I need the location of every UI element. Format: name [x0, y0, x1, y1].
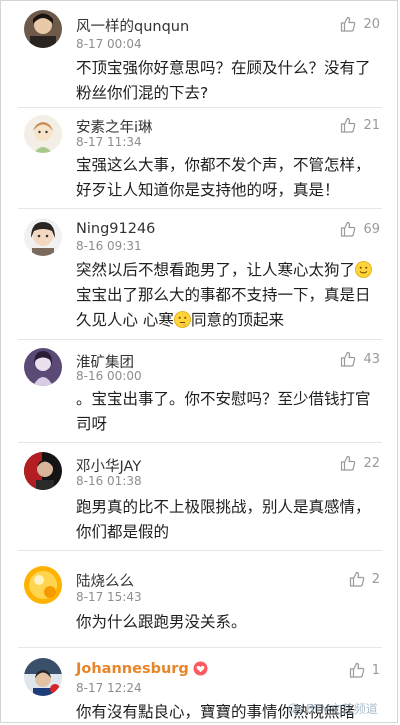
watermark-text: BTV文艺频道 — [306, 702, 378, 716]
like-button[interactable]: 21 — [340, 117, 380, 133]
comment-text: 你为什么跟跑男没关系。 — [76, 613, 247, 631]
thumbs-up-icon — [341, 221, 356, 237]
comment-text-part: 突然以后不想看跑男了，让人寒心太狗了 — [76, 261, 356, 279]
timestamp: 8-17 11:34 — [76, 135, 142, 149]
timestamp: 8-16 01:38 — [76, 474, 142, 488]
comment-text: 宝强这么大事，你都不发个声，不管怎样，好歹让人知道你是支持他的呀，真是！ — [76, 156, 371, 199]
username[interactable]: Ning91246 — [76, 221, 155, 237]
divider — [18, 208, 382, 209]
thumbs-up-icon — [349, 571, 364, 587]
like-count: 43 — [363, 351, 380, 367]
like-count: 1 — [371, 662, 380, 678]
comment-text: 跑男真的比不上极限挑战，别人是真感情，你们都是假的 — [76, 498, 371, 541]
like-button[interactable]: 22 — [340, 455, 380, 471]
comment-text-part: 同意的顶起来 — [190, 311, 284, 329]
timestamp: 8-17 15:43 — [76, 590, 142, 604]
watermark: BTV文艺频道 — [288, 700, 378, 717]
like-button[interactable]: 43 — [340, 351, 380, 367]
avatar[interactable] — [24, 218, 62, 256]
like-count: 20 — [363, 16, 380, 32]
thumbs-up-icon — [349, 662, 364, 678]
comment-item: 安素之年i琳 8-17 11:34 21 宝强这么大事，你都不发个声，不管怎样，… — [0, 108, 400, 210]
avatar[interactable] — [24, 658, 62, 696]
divider — [18, 339, 382, 340]
comment-item: 陆烧么么 8-17 15:43 2 你为什么跟跑男没关系。 — [0, 552, 400, 648]
thumbs-up-icon — [341, 455, 356, 471]
wechat-icon — [288, 703, 302, 714]
like-button[interactable]: 1 — [349, 662, 380, 678]
like-count: 22 — [363, 455, 380, 471]
comment-item: 淮矿集团 8-16 00:00 43 。宝宝出事了。你不安慰吗？至少借钱打官司呀 — [0, 342, 400, 443]
timestamp: 8-16 09:31 — [76, 239, 142, 253]
username[interactable]: Johannesburg — [76, 661, 208, 677]
like-count: 69 — [363, 221, 380, 237]
username[interactable]: 邓小华JAY — [76, 455, 141, 476]
timestamp: 8-17 00:04 — [76, 37, 142, 51]
username[interactable]: 安素之年i琳 — [76, 116, 153, 137]
like-button[interactable]: 69 — [340, 221, 380, 237]
username[interactable]: 陆烧么么 — [76, 570, 134, 591]
username[interactable]: 风一样的qunqun — [76, 15, 189, 36]
avatar[interactable] — [24, 115, 62, 153]
thumbs-up-icon — [341, 351, 356, 367]
like-count: 21 — [363, 117, 380, 133]
avatar[interactable] — [24, 566, 62, 604]
thinking-emoji-icon — [174, 311, 191, 328]
comment-item: 风一样的qunqun 8-17 00:04 20 不顶宝强你好意思吗？在顾及什么… — [0, 0, 400, 108]
comment-text: 突然以后不想看跑男了，让人寒心太狗了 宝宝出了那么大的事都不支持一下，真是日久见… — [76, 258, 376, 333]
username-text: Johannesburg — [76, 661, 189, 677]
avatar[interactable] — [24, 452, 62, 490]
timestamp: 8-16 00:00 — [76, 369, 142, 383]
thumbs-up-icon — [341, 16, 356, 32]
like-button[interactable]: 2 — [349, 571, 380, 587]
divider — [18, 550, 382, 551]
like-button[interactable]: 20 — [340, 16, 380, 32]
avatar[interactable] — [24, 10, 62, 48]
comment-text: 不顶宝强你好意思吗？在顾及什么？没有了粉丝你们混的下去? — [76, 59, 371, 102]
comment-text: 。宝宝出事了。你不安慰吗？至少借钱打官司呀 — [76, 390, 371, 433]
heart-badge-icon — [193, 661, 208, 676]
timestamp: 8-17 12:24 — [76, 681, 142, 695]
avatar[interactable] — [24, 348, 62, 386]
like-count: 2 — [371, 571, 380, 587]
thumbs-up-icon — [341, 117, 356, 133]
comment-item: 邓小华JAY 8-16 01:38 22 跑男真的比不上极限挑战，别人是真感情，… — [0, 442, 400, 552]
smiley-emoji-icon — [355, 261, 372, 278]
comment-item: Ning91246 8-16 09:31 69 突然以后不想看跑男了，让人寒心太… — [0, 210, 400, 342]
